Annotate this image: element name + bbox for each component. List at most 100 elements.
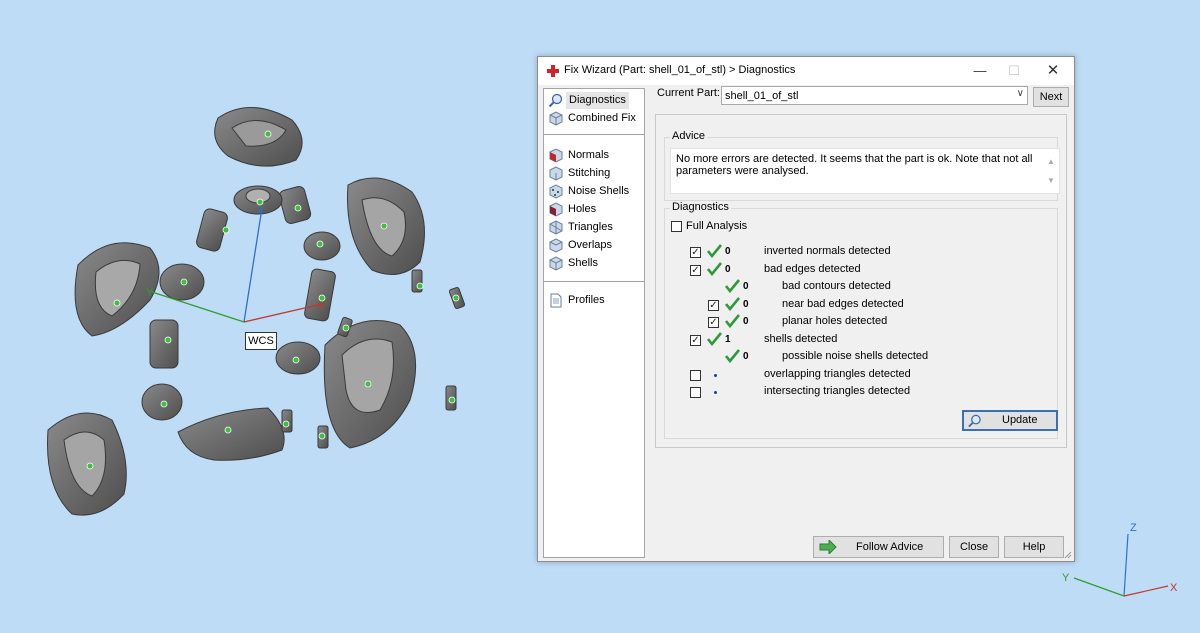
help-button[interactable]: Help — [1004, 536, 1064, 558]
shells-label: shells detected — [764, 333, 838, 345]
shells-checkbox[interactable]: ✓ — [690, 335, 701, 346]
nav-label: Shells — [568, 257, 598, 269]
part-bottom-curve — [177, 407, 285, 461]
nav-label: Triangles — [568, 221, 613, 233]
magnifier-icon — [968, 414, 981, 428]
intersecting-triangles-label: intersecting triangles detected — [764, 385, 911, 397]
close-button[interactable]: Close — [949, 536, 999, 558]
full-analysis-label: Full Analysis — [686, 220, 748, 232]
advice-text: No more errors are detected. It seems th… — [676, 153, 1033, 177]
nav-label: Combined Fix — [568, 112, 636, 124]
green-check-icon — [707, 244, 722, 258]
maximize-icon: ☐ — [1008, 63, 1020, 78]
intersecting-triangles-checkbox[interactable] — [690, 387, 701, 398]
inverted-normals-label: inverted normals detected — [764, 245, 891, 257]
green-check-icon — [725, 297, 740, 311]
shells-icon — [549, 256, 563, 271]
green-check-icon — [725, 314, 740, 328]
next-button[interactable]: Next — [1033, 87, 1069, 107]
update-button[interactable]: Update — [962, 410, 1058, 431]
diagnostics-group: Diagnostics Full Analysis ✓ 0 inverted n… — [664, 201, 1058, 439]
nav-item-profiles[interactable]: Profiles — [548, 292, 642, 309]
nav-item-shells[interactable]: Shells — [548, 255, 642, 272]
nav-label: Profiles — [568, 294, 605, 306]
follow-advice-button[interactable]: Follow Advice — [813, 536, 944, 558]
magnifier-icon — [548, 93, 563, 108]
nav-item-triangles[interactable]: Triangles — [548, 219, 642, 236]
axis-z-label: Z — [258, 206, 263, 215]
diagnostics-panel: Advice No more errors are detected. It s… — [655, 114, 1067, 448]
green-check-icon — [707, 332, 722, 346]
diagnostics-title: Diagnostics — [670, 201, 731, 213]
bad-edges-checkbox[interactable]: ✓ — [690, 265, 701, 276]
mini-axis-x-label: X — [1170, 582, 1178, 594]
green-check-icon — [725, 279, 740, 293]
holes-icon — [549, 202, 563, 217]
full-analysis-checkbox[interactable] — [671, 221, 682, 232]
bad-contours-label: bad contours detected — [782, 280, 891, 292]
dialog-title: Fix Wizard (Part: shell_01_of_stl) > Dia… — [564, 64, 796, 76]
stitching-icon — [549, 166, 563, 181]
overlapping-triangles-checkbox[interactable] — [690, 370, 701, 381]
current-part-select[interactable]: shell_01_of_stl ∨ — [721, 86, 1028, 105]
nav-item-stitching[interactable]: Stitching — [548, 165, 642, 182]
mini-axes-triad — [1073, 533, 1169, 597]
pending-dot-icon — [714, 391, 717, 394]
nav-separator — [544, 134, 644, 135]
title-bar[interactable]: Fix Wizard (Part: shell_01_of_stl) > Dia… — [538, 57, 1074, 85]
nav-label: Noise Shells — [568, 185, 630, 197]
planar-holes-count: 0 — [743, 316, 749, 327]
green-check-icon — [725, 349, 740, 363]
advice-title: Advice — [670, 130, 708, 142]
nav-separator — [544, 281, 644, 282]
axis-y-label: Y — [146, 287, 154, 299]
fix-wizard-dialog: Fix Wizard (Part: shell_01_of_stl) > Dia… — [537, 56, 1075, 562]
nav-item-normals[interactable]: Normals — [548, 147, 642, 164]
green-check-icon — [707, 262, 722, 276]
nav-item-noise-shells[interactable]: Noise Shells — [548, 183, 642, 200]
wizard-nav-panel: Diagnostics Combined Fix Normals Stitchi… — [543, 88, 645, 558]
axis-x-label: X — [318, 300, 326, 312]
overlapping-triangles-label: overlapping triangles detected — [764, 368, 911, 380]
nav-item-combined-fix[interactable]: Combined Fix — [548, 110, 642, 127]
mini-axis-y-label: Y — [1062, 572, 1070, 584]
close-icon[interactable]: ✕ — [1039, 61, 1067, 81]
near-bad-edges-count: 0 — [743, 299, 749, 310]
nav-item-overlaps[interactable]: Overlaps — [548, 237, 642, 254]
near-bad-edges-checkbox[interactable]: ✓ — [708, 300, 719, 311]
shells-count: 1 — [725, 334, 731, 345]
advice-scrollbar[interactable]: ▲ ▼ — [1046, 152, 1056, 190]
nav-label: Holes — [568, 203, 597, 215]
advice-text-box: No more errors are detected. It seems th… — [670, 148, 1060, 194]
nav-item-holes[interactable]: Holes — [548, 201, 642, 218]
planar-holes-label: planar holes detected — [782, 315, 888, 327]
pending-dot-icon — [714, 374, 717, 377]
nav-label: Normals — [568, 149, 609, 161]
nav-label: Stitching — [568, 167, 611, 179]
minimize-icon[interactable]: — — [966, 61, 994, 81]
noise-shells-count: 0 — [743, 351, 749, 362]
nav-label: Diagnostics — [566, 92, 629, 109]
profiles-icon — [550, 293, 562, 308]
current-part-value: shell_01_of_stl — [725, 90, 799, 102]
bad-edges-count: 0 — [725, 264, 731, 275]
resize-grip-icon[interactable] — [1064, 551, 1072, 559]
normals-cube-icon — [549, 148, 563, 163]
current-part-label: Current Part: — [657, 87, 720, 99]
noise-shells-icon — [549, 184, 563, 199]
red-cross-icon — [547, 65, 559, 77]
nav-item-diagnostics[interactable]: Diagnostics — [548, 92, 642, 109]
advice-group: Advice No more errors are detected. It s… — [664, 130, 1060, 201]
bad-edges-label: bad edges detected — [764, 263, 861, 275]
near-bad-edges-label: near bad edges detected — [782, 298, 904, 310]
nav-label: Overlaps — [568, 239, 613, 251]
follow-advice-label: Follow Advice — [856, 541, 924, 553]
part-shells[interactable] — [47, 107, 466, 516]
planar-holes-checkbox[interactable]: ✓ — [708, 317, 719, 328]
noise-shells-label: possible noise shells detected — [782, 350, 929, 362]
bad-contours-count: 0 — [743, 281, 749, 292]
overlaps-icon — [549, 238, 563, 253]
cube-icon — [549, 111, 563, 126]
update-label: Update — [1002, 414, 1038, 426]
inverted-normals-checkbox[interactable]: ✓ — [690, 247, 701, 258]
